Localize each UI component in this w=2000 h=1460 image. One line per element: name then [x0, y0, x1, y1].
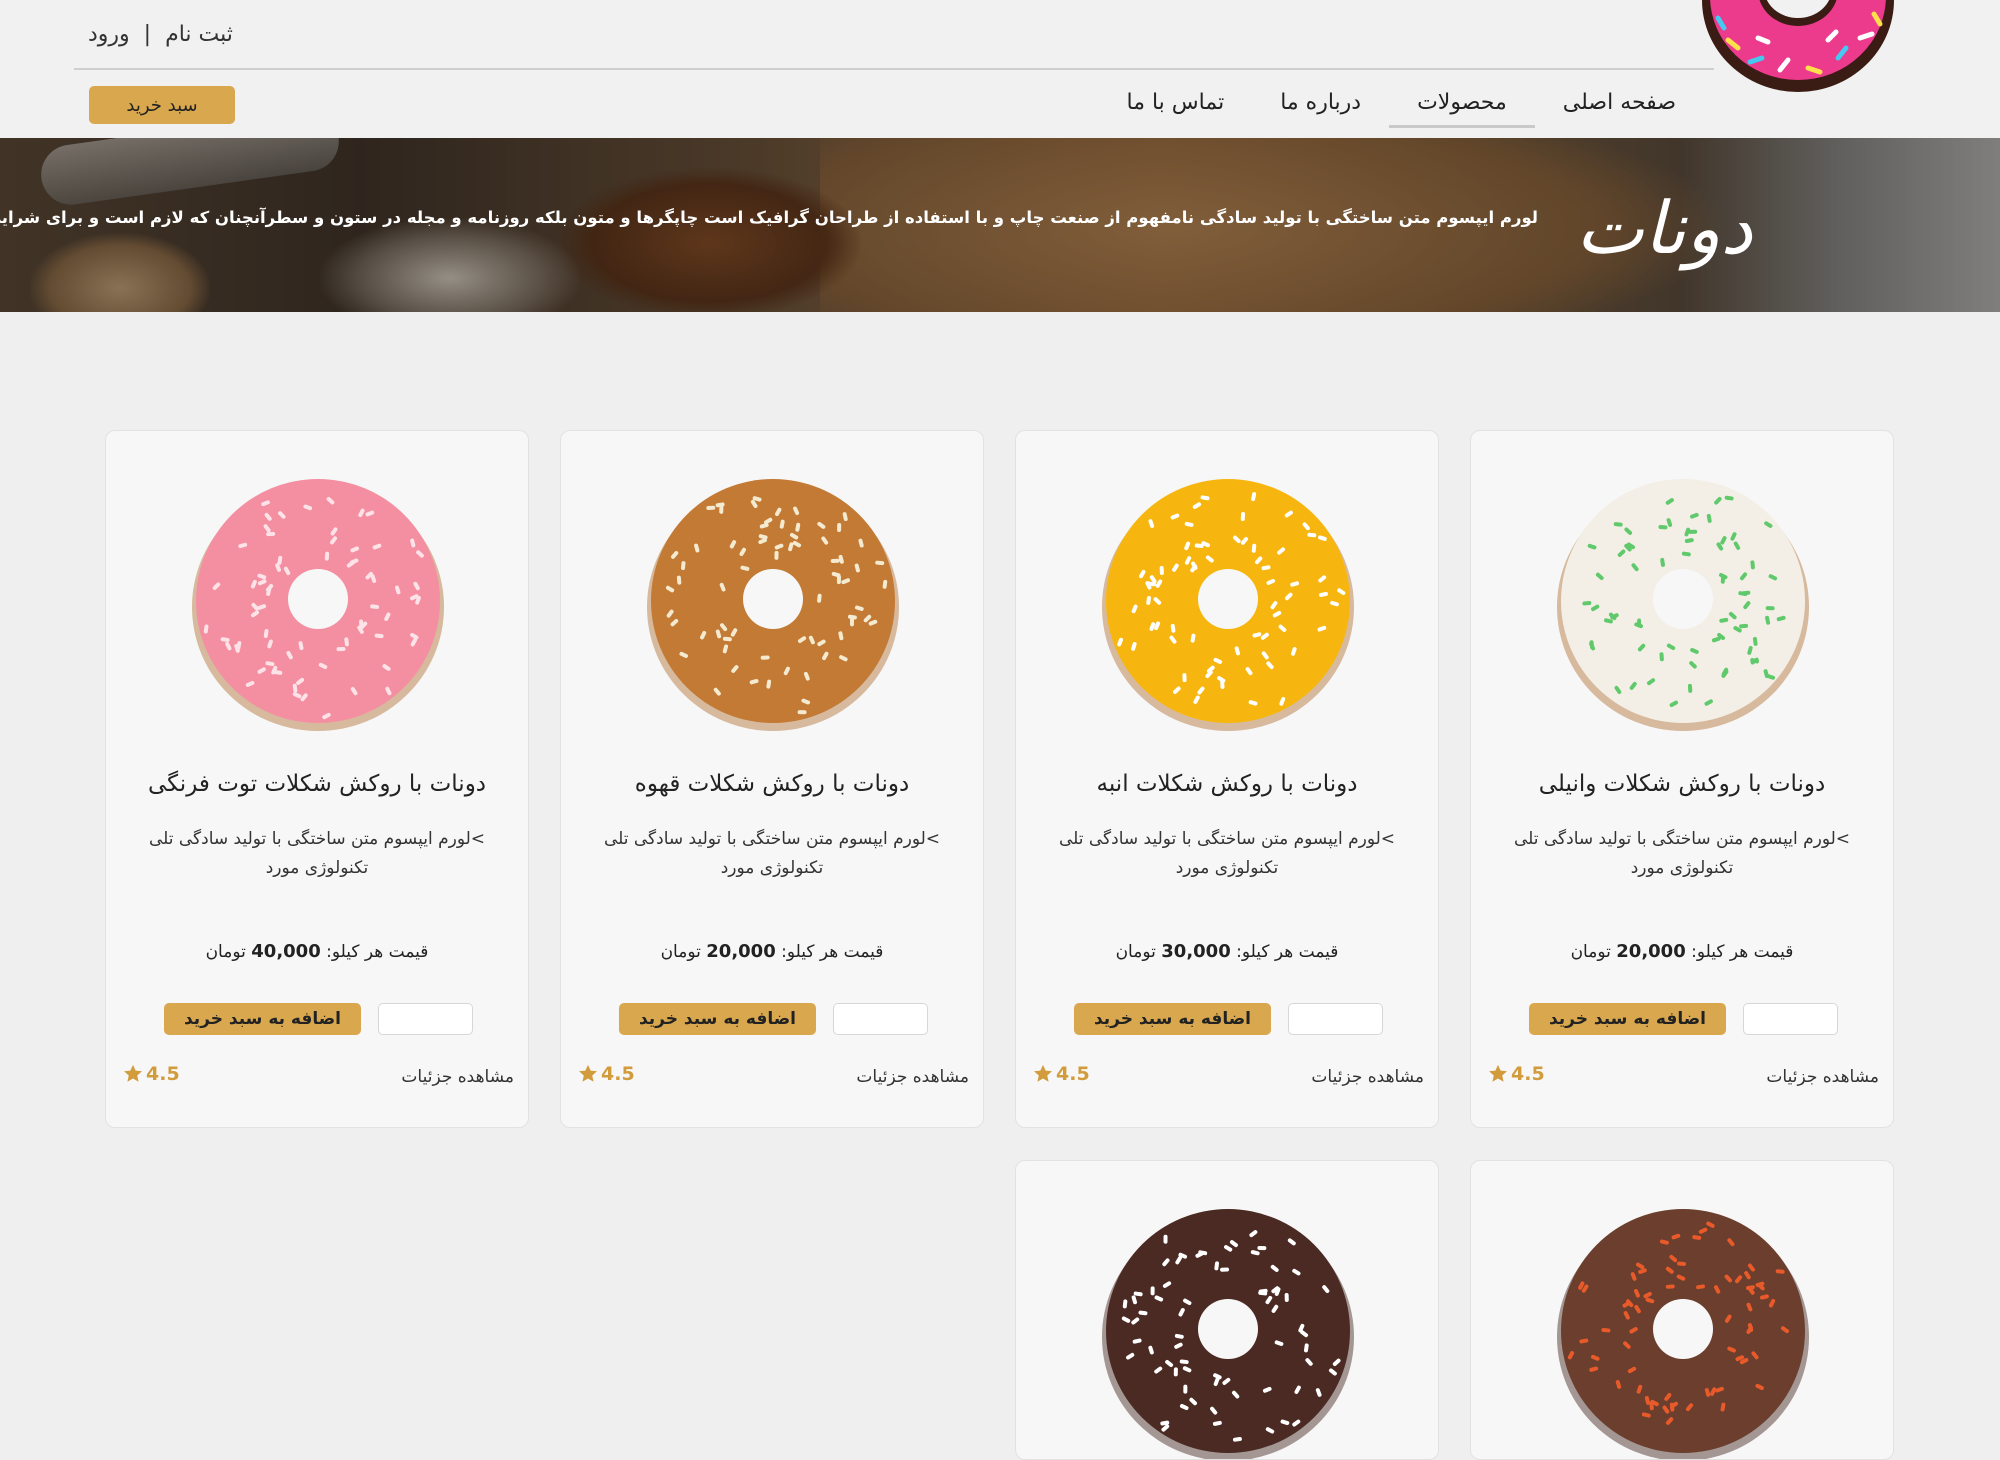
product-card: [1470, 1160, 1894, 1460]
add-to-cart-button[interactable]: اضافه به سبد خرید: [164, 1003, 361, 1035]
view-details-link[interactable]: مشاهده جزئیات: [1311, 1067, 1424, 1087]
product-card: دونات با روکش شکلات قهوه >لورم ایپسوم متن…: [560, 430, 984, 1128]
product-price: قیمت هر کیلو: 20,000 تومان: [561, 941, 983, 962]
rating-value: 4.5: [601, 1063, 635, 1085]
star-icon: [577, 1063, 599, 1085]
hero-description: لورم ایپسوم متن ساختگی با تولید سادگی نا…: [58, 208, 1538, 227]
donut-image[interactable]: [1098, 1201, 1358, 1460]
price-value: 20,000: [706, 941, 775, 962]
star-icon: [1487, 1063, 1509, 1085]
price-currency: تومان: [1571, 942, 1611, 962]
header-divider: [74, 68, 1714, 70]
nav-contact[interactable]: تماس با ما: [1099, 84, 1253, 125]
product-price: قیمت هر کیلو: 30,000 تومان: [1016, 941, 1438, 962]
cart-button[interactable]: سبد خرید: [89, 86, 235, 124]
rating-value: 4.5: [146, 1063, 180, 1085]
hero-banner: دونات لورم ایپسوم متن ساختگی با تولید سا…: [0, 138, 2000, 312]
nav-home[interactable]: صفحه اصلی: [1535, 84, 1704, 125]
donut-image[interactable]: [643, 471, 903, 731]
product-title: دونات با روکش شکلات انبه: [1016, 771, 1438, 797]
nav-products[interactable]: محصولات: [1389, 84, 1535, 125]
view-details-link[interactable]: مشاهده جزئیات: [401, 1067, 514, 1087]
product-title: دونات با روکش شکلات وانیلی: [1471, 771, 1893, 797]
add-to-cart-button[interactable]: اضافه به سبد خرید: [1074, 1003, 1271, 1035]
product-description: >لورم ایپسوم متن ساختگی با تولید سادگی ت…: [120, 825, 514, 883]
view-details-link[interactable]: مشاهده جزئیات: [1766, 1067, 1879, 1087]
quantity-input[interactable]: [1743, 1003, 1838, 1035]
product-title: دونات با روکش شکلات قهوه: [561, 771, 983, 797]
product-price: قیمت هر کیلو: 40,000 تومان: [106, 941, 528, 962]
star-icon: [122, 1063, 144, 1085]
product-description: >لورم ایپسوم متن ساختگی با تولید سادگی ت…: [1485, 825, 1879, 883]
product-price: قیمت هر کیلو: 20,000 تومان: [1471, 941, 1893, 962]
product-card: دونات با روکش شکلات انبه >لورم ایپسوم متن…: [1015, 430, 1439, 1128]
star-icon: [1032, 1063, 1054, 1085]
product-description: >لورم ایپسوم متن ساختگی با تولید سادگی ت…: [1030, 825, 1424, 883]
rating-value: 4.5: [1056, 1063, 1090, 1085]
price-currency: تومان: [1116, 942, 1156, 962]
product-card: [1015, 1160, 1439, 1460]
quantity-input[interactable]: [1288, 1003, 1383, 1035]
main-nav: صفحه اصلی محصولات درباره ما تماس با ما: [1099, 82, 1705, 126]
signup-link[interactable]: ثبت نام: [165, 22, 233, 47]
rating: 4.5: [1487, 1063, 1545, 1085]
price-label: قیمت هر کیلو:: [326, 942, 428, 962]
product-title: دونات با روکش شکلات توت فرنگی: [106, 771, 528, 797]
rating: 4.5: [577, 1063, 635, 1085]
price-currency: تومان: [661, 942, 701, 962]
price-value: 30,000: [1161, 941, 1230, 962]
donut-image[interactable]: [1553, 471, 1813, 731]
add-to-cart-button[interactable]: اضافه به سبد خرید: [619, 1003, 816, 1035]
top-header: ورود | ثبت نام سبد خرید صفحه اصلی محصولا…: [0, 0, 2000, 138]
quantity-input[interactable]: [378, 1003, 473, 1035]
price-value: 20,000: [1616, 941, 1685, 962]
add-to-cart-button[interactable]: اضافه به سبد خرید: [1529, 1003, 1726, 1035]
donut-logo-icon[interactable]: [1688, 0, 1908, 100]
rating: 4.5: [122, 1063, 180, 1085]
donut-image[interactable]: [188, 471, 448, 731]
view-details-link[interactable]: مشاهده جزئیات: [856, 1067, 969, 1087]
auth-separator: |: [144, 22, 151, 47]
hero-title: دونات: [1576, 186, 1753, 270]
price-label: قیمت هر کیلو:: [1691, 942, 1793, 962]
rating-value: 4.5: [1511, 1063, 1545, 1085]
login-link[interactable]: ورود: [88, 22, 130, 47]
price-label: قیمت هر کیلو:: [781, 942, 883, 962]
auth-links: ورود | ثبت نام: [88, 16, 233, 52]
quantity-input[interactable]: [833, 1003, 928, 1035]
price-value: 40,000: [251, 941, 320, 962]
price-label: قیمت هر کیلو:: [1236, 942, 1338, 962]
product-card: دونات با روکش شکلات وانیلی >لورم ایپسوم م…: [1470, 430, 1894, 1128]
donut-image[interactable]: [1098, 471, 1358, 731]
donut-image[interactable]: [1553, 1201, 1813, 1460]
product-card: دونات با روکش شکلات توت فرنگی >لورم ایپسو…: [105, 430, 529, 1128]
price-currency: تومان: [206, 942, 246, 962]
product-description: >لورم ایپسوم متن ساختگی با تولید سادگی ت…: [575, 825, 969, 883]
rating: 4.5: [1032, 1063, 1090, 1085]
nav-about[interactable]: درباره ما: [1252, 84, 1389, 125]
